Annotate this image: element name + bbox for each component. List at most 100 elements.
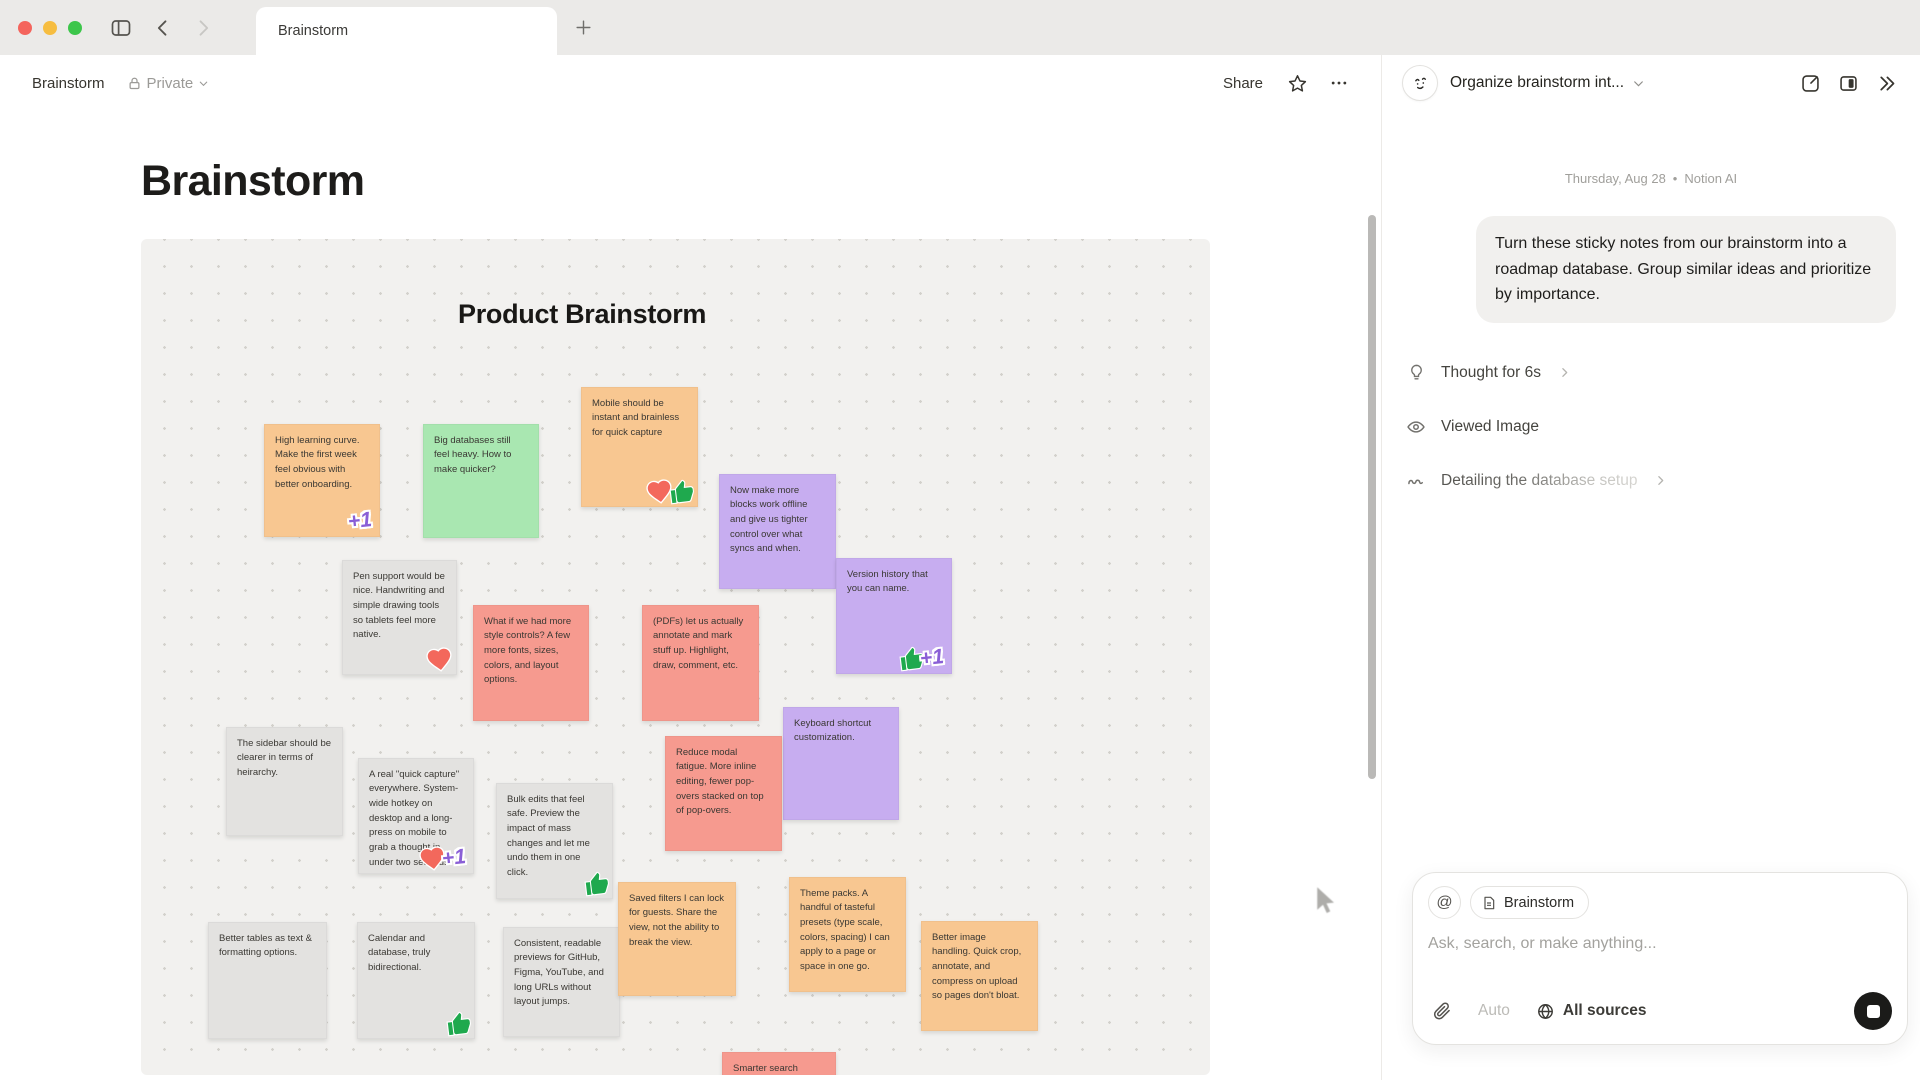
sticky-note-text: Better tables as text & formatting optio… <box>208 922 327 971</box>
chat-author: Notion AI <box>1684 171 1737 186</box>
lightbulb-icon <box>1407 363 1426 382</box>
favorite-star-icon[interactable] <box>1281 67 1313 99</box>
sticky-note-text: Keyboard shortcut customization. <box>783 707 899 756</box>
window-tab-strip: Brainstorm <box>0 0 1920 55</box>
sticky-note[interactable]: Bulk edits that feel safe. Preview the i… <box>496 783 613 899</box>
sticky-note-text: Mobile should be instant and brainless f… <box>581 387 698 451</box>
sticky-note[interactable]: Keyboard shortcut customization. <box>783 707 899 820</box>
sticky-note[interactable]: Better image handling. Quick crop, annot… <box>921 921 1038 1031</box>
plus-one-reaction-icon[interactable]: +1 <box>919 643 950 673</box>
page-body: Brainstorm Product Brainstorm High learn… <box>0 111 1381 1080</box>
ai-thread-title[interactable]: Organize brainstorm int... <box>1450 74 1624 92</box>
panel-layout-icon[interactable] <box>1832 67 1864 99</box>
sticky-note[interactable]: High learning curve. Make the first week… <box>264 424 380 537</box>
sticky-note[interactable]: Smarter search chips. <box>722 1052 836 1075</box>
ai-step-icon <box>1406 471 1426 491</box>
chat-date: Thursday, Aug 28 <box>1565 171 1666 186</box>
globe-icon <box>1536 1002 1555 1021</box>
ai-step-label: Thought for 6s <box>1441 364 1541 382</box>
sticky-note[interactable]: Saved filters I can lock for guests. Sha… <box>618 882 736 996</box>
sticky-note[interactable]: What if we had more style controls? A fe… <box>473 605 589 721</box>
forward-icon[interactable] <box>186 11 220 45</box>
thumbs-up-reaction-icon[interactable] <box>445 1010 473 1038</box>
sticky-note-text: Now make more blocks work offline and gi… <box>719 474 836 568</box>
sticky-note[interactable]: Consistent, readable previews for GitHub… <box>503 927 620 1037</box>
sticky-note-text: Smarter search chips. <box>722 1052 836 1075</box>
ai-composer[interactable]: @ Brainstorm Auto <box>1412 872 1908 1045</box>
sticky-note-text: Pen support would be nice. Handwriting a… <box>342 560 457 654</box>
vertical-scrollbar[interactable] <box>1368 215 1376 779</box>
back-icon[interactable] <box>146 11 180 45</box>
sticky-note-stickers: +1 <box>423 845 470 872</box>
stop-generation-button[interactable] <box>1854 992 1892 1030</box>
lock-icon <box>127 76 142 91</box>
sticky-note[interactable]: Now make more blocks work offline and gi… <box>719 474 836 589</box>
breadcrumb[interactable]: Brainstorm <box>26 71 111 96</box>
ai-step-row[interactable]: Viewed Image <box>1406 413 1896 441</box>
context-chip-label: Brainstorm <box>1504 895 1574 911</box>
sticky-note-text: Saved filters I can lock for guests. Sha… <box>618 882 736 961</box>
ai-step-row[interactable]: Detailing the database setup <box>1406 467 1896 495</box>
sidebar-toggle-icon[interactable] <box>104 11 138 45</box>
sticky-note[interactable]: Theme packs. A handful of tasteful prese… <box>789 877 906 992</box>
sticky-note-stickers <box>430 646 453 673</box>
share-button[interactable]: Share <box>1215 69 1271 98</box>
sticky-note-text: The sidebar should be clearer in terms o… <box>226 727 343 791</box>
sticky-note[interactable]: Calendar and database, truly bidirection… <box>357 922 475 1039</box>
chevron-down-icon <box>198 78 209 89</box>
ai-step-label: Detailing the database setup <box>1441 472 1637 490</box>
sticky-note[interactable]: The sidebar should be clearer in terms o… <box>226 727 343 836</box>
sticky-note-stickers <box>588 872 609 897</box>
thumbs-up-reaction-icon[interactable] <box>668 478 696 506</box>
browser-tab[interactable]: Brainstorm <box>256 7 557 55</box>
app-window: Brainstorm Brainstorm Private <box>0 0 1920 1080</box>
mode-selector[interactable]: Auto <box>1478 1002 1510 1020</box>
ai-step-icon <box>1406 363 1426 382</box>
thread-chevron-down-icon[interactable] <box>1632 77 1645 90</box>
sticky-note[interactable]: Better tables as text & formatting optio… <box>208 922 327 1039</box>
notion-ai-face-icon <box>1402 65 1438 101</box>
document-icon <box>1481 895 1497 911</box>
zoom-window-button[interactable] <box>68 21 82 35</box>
attachment-paperclip-icon[interactable] <box>1428 997 1456 1025</box>
context-chip[interactable]: Brainstorm <box>1470 886 1589 919</box>
ai-step-row[interactable]: Thought for 6s <box>1406 359 1896 387</box>
heart-reaction-icon[interactable] <box>424 644 454 674</box>
new-chat-compose-icon[interactable] <box>1794 67 1826 99</box>
sticky-note-stickers <box>650 478 694 505</box>
plus-one-reaction-icon[interactable]: +1 <box>347 506 378 536</box>
canvas-title: Product Brainstorm <box>458 299 706 330</box>
sticky-note[interactable]: Pen support would be nice. Handwriting a… <box>342 560 457 675</box>
main-area: Brainstorm Private Share <box>0 55 1381 1080</box>
whiteboard-canvas[interactable]: Product Brainstorm High learning curve. … <box>141 239 1210 1075</box>
thumbs-up-reaction-icon[interactable] <box>583 870 611 898</box>
sticky-note-text: (PDFs) let us actually annotate and mark… <box>642 605 759 684</box>
chevron-right-icon <box>1654 474 1667 487</box>
plus-one-reaction-icon[interactable]: +1 <box>441 843 472 873</box>
ai-panel: Organize brainstorm int... <box>1381 55 1920 1080</box>
sticky-note-text: Version history that you can name. <box>836 558 952 607</box>
collapse-panel-icon[interactable] <box>1870 67 1902 99</box>
minimize-window-button[interactable] <box>43 21 57 35</box>
more-options-icon[interactable] <box>1323 67 1355 99</box>
sources-label: All sources <box>1563 1002 1647 1020</box>
sticky-note[interactable]: (PDFs) let us actually annotate and mark… <box>642 605 759 721</box>
sticky-note[interactable]: Big databases still feel heavy. How to m… <box>423 424 539 538</box>
sources-selector[interactable]: All sources <box>1536 1002 1647 1021</box>
ai-steps: Thought for 6s Viewed Image Detailing th… <box>1406 359 1896 495</box>
ai-prompt-input[interactable] <box>1428 935 1892 953</box>
close-window-button[interactable] <box>18 21 32 35</box>
tab-title: Brainstorm <box>278 23 348 39</box>
chat-date-line: Thursday, Aug 28 • Notion AI <box>1406 171 1896 186</box>
mention-icon[interactable]: @ <box>1428 886 1461 919</box>
new-tab-icon[interactable] <box>566 10 600 44</box>
ai-panel-header: Organize brainstorm int... <box>1382 55 1920 111</box>
chat-separator: • <box>1673 171 1678 186</box>
privacy-selector[interactable]: Private <box>121 71 216 96</box>
sticky-note[interactable]: Mobile should be instant and brainless f… <box>581 387 698 507</box>
sticky-note[interactable]: Reduce modal fatigue. More inline editin… <box>665 736 782 851</box>
sticky-note[interactable]: Version history that you can name. +1 <box>836 558 952 674</box>
ai-step-icon <box>1406 417 1426 437</box>
sticky-note[interactable]: A real "quick capture" everywhere. Syste… <box>358 758 474 874</box>
sticky-note-stickers: +1 <box>903 645 948 672</box>
